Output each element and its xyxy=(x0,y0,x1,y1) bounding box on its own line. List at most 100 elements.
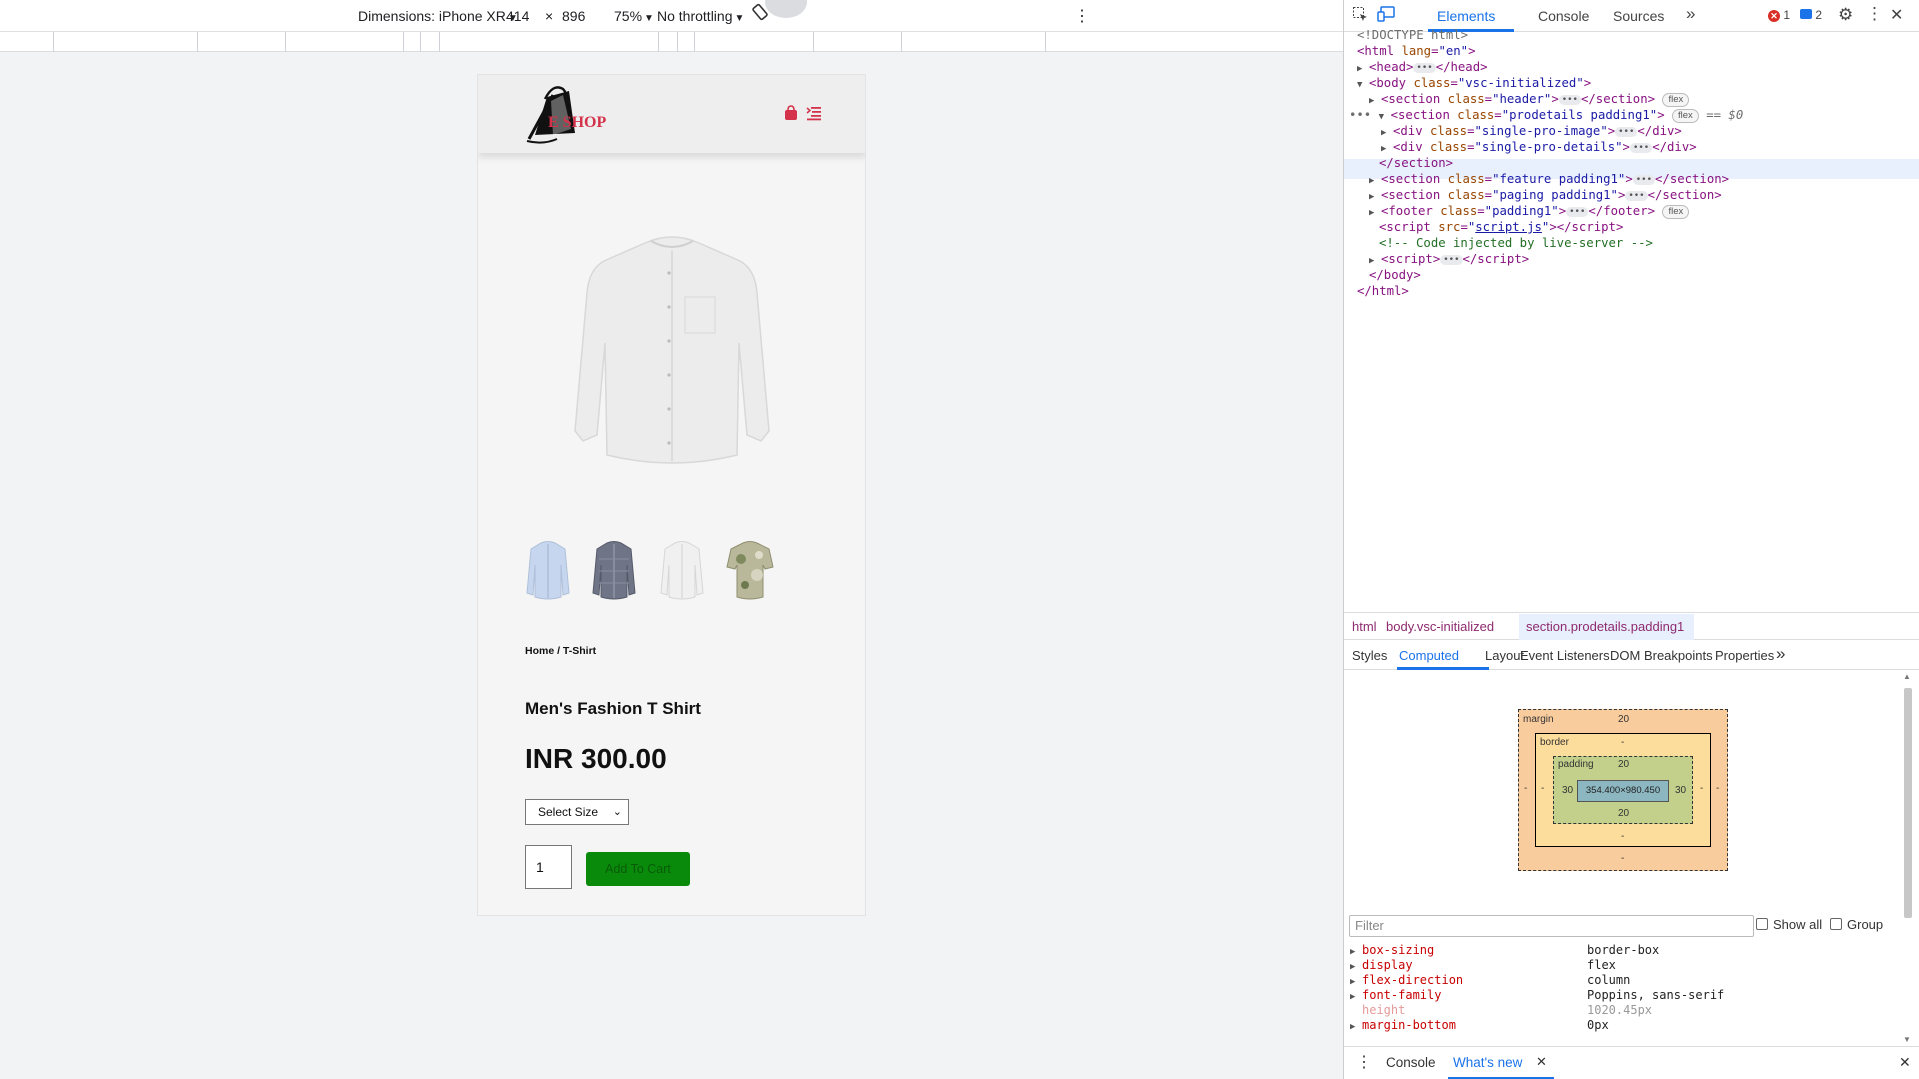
subtab-styles[interactable]: Styles xyxy=(1352,648,1387,663)
padding-label: padding xyxy=(1558,759,1594,770)
product-title: Men's Fashion T Shirt xyxy=(525,699,701,718)
padding-top-value[interactable]: 20 xyxy=(1618,759,1629,770)
padding-left-value[interactable]: 30 xyxy=(1562,785,1573,796)
dimension-separator: × xyxy=(545,8,554,24)
border-right-value[interactable]: - xyxy=(1700,783,1703,794)
device-emulation-area: Dimensions: iPhone XR ▼ 414 × 896 75% ▼ No… xyxy=(0,0,1343,1079)
breadcrumb-html[interactable]: html xyxy=(1352,619,1377,634)
ruler-mark xyxy=(53,32,54,52)
checkbox-icon xyxy=(1830,918,1842,930)
margin-bottom-value[interactable]: - xyxy=(1621,853,1624,864)
height-input[interactable]: 896 xyxy=(562,8,585,24)
computed-filter-input[interactable]: Filter xyxy=(1349,915,1754,937)
more-options-icon[interactable]: ⋮ xyxy=(1074,6,1090,26)
margin-top-value[interactable]: 20 xyxy=(1618,714,1629,725)
border-top-value[interactable]: - xyxy=(1621,737,1624,748)
devtools-panel: Elements Console Sources » ✕ 1 2 ⚙ ⋮ ✕ <… xyxy=(1343,0,1919,1079)
tab-console[interactable]: Console xyxy=(1538,8,1589,24)
subtab-event-listeners[interactable]: Event Listeners xyxy=(1520,648,1610,663)
drawer-tab-console[interactable]: Console xyxy=(1386,1055,1436,1070)
thumbnail-floral-shirt[interactable] xyxy=(723,535,777,603)
subtab-computed[interactable]: Computed xyxy=(1399,648,1459,663)
computed-properties-list: ▶ box-sizing border-box ▶ display flex ▶ flex… xyxy=(1344,941,1904,1041)
more-options-icon[interactable]: ⋮ xyxy=(1866,4,1883,24)
checkbox-icon xyxy=(1756,918,1768,930)
throttling-dropdown[interactable]: No throttling ▼ xyxy=(657,8,744,24)
dimensions-dropdown[interactable]: Dimensions: iPhone XR ▼ xyxy=(358,8,518,24)
ruler-mark xyxy=(901,32,902,52)
thumbnail-grey-plaid-shirt[interactable] xyxy=(587,535,641,603)
chevron-down-icon: ⌄ xyxy=(612,806,622,818)
box-model-content[interactable]: 354.400×980.450 xyxy=(1577,780,1669,802)
devtools-drawer: ⋮ Console What's new ✕ ✕ xyxy=(1344,1046,1919,1079)
more-subtabs-icon[interactable]: » xyxy=(1776,644,1785,664)
show-all-checkbox[interactable]: Show all xyxy=(1756,917,1822,932)
breadcrumb-body[interactable]: body.vsc-initialized xyxy=(1386,619,1494,634)
eshop-logo[interactable] xyxy=(523,81,613,145)
thumbnail-white-shirt[interactable] xyxy=(655,535,709,603)
product-main-image[interactable] xyxy=(525,203,820,503)
thumbnail-light-blue-shirt[interactable] xyxy=(521,535,575,603)
dom-line[interactable]: </html> xyxy=(1357,282,1409,301)
tab-elements[interactable]: Elements xyxy=(1437,8,1495,24)
error-counter[interactable]: ✕ 1 xyxy=(1768,8,1790,22)
subtab-layout[interactable]: Layout xyxy=(1485,648,1524,663)
ruler-mark xyxy=(1045,32,1046,52)
ruler-mark xyxy=(694,32,695,52)
margin-right-value[interactable]: - xyxy=(1716,783,1719,794)
scroll-down-icon[interactable]: ▼ xyxy=(1903,1035,1911,1044)
active-subtab-indicator xyxy=(1397,667,1489,670)
border-left-value[interactable]: - xyxy=(1541,783,1544,794)
computed-property-row[interactable]: ▶ margin-bottom 0px xyxy=(1350,1016,1900,1034)
scroll-up-icon[interactable]: ▲ xyxy=(1903,672,1911,681)
shopping-bag-icon[interactable] xyxy=(784,105,798,121)
drawer-tab-whats-new[interactable]: What's new xyxy=(1453,1055,1522,1070)
more-tabs-icon[interactable]: » xyxy=(1686,4,1695,24)
group-checkbox[interactable]: Group xyxy=(1830,917,1883,932)
dom-tree: <!DOCTYPE html> <html lang="en"> ▶ <head>… xyxy=(1344,28,1919,612)
close-tab-icon[interactable]: ✕ xyxy=(1536,1054,1547,1070)
padding-right-value[interactable]: 30 xyxy=(1675,785,1686,796)
breadcrumb[interactable]: Home / T-Shirt xyxy=(525,645,596,657)
size-select-value: Select Size xyxy=(538,805,599,819)
error-icon: ✕ xyxy=(1768,10,1780,22)
media-query-ruler xyxy=(0,32,1343,52)
breadcrumb-section[interactable]: section.prodetails.padding1 xyxy=(1526,619,1684,634)
quantity-input[interactable]: 1 xyxy=(525,845,572,889)
caret-down-icon: ▼ xyxy=(734,13,745,24)
size-select[interactable]: Select Size ⌄ xyxy=(525,799,629,825)
ruler-mark xyxy=(439,32,440,52)
settings-gear-icon[interactable]: ⚙ xyxy=(1838,5,1853,25)
add-to-cart-button[interactable]: Add To Cart xyxy=(586,852,690,886)
ruler-mark xyxy=(420,32,421,52)
drawer-menu-icon[interactable]: ⋮ xyxy=(1356,1052,1372,1072)
ruler-mark xyxy=(403,32,404,52)
ruler-mark xyxy=(658,32,659,52)
ruler-mark xyxy=(197,32,198,52)
device-toggle-icon[interactable] xyxy=(1377,6,1395,25)
emulated-page: E SHOP Home / T-Shirt Men's Fashion T Sh… xyxy=(477,74,866,916)
zoom-dropdown[interactable]: 75% ▼ xyxy=(614,8,654,24)
device-toolbar: Dimensions: iPhone XR ▼ 414 × 896 75% ▼ No… xyxy=(0,0,1343,32)
border-bottom-value[interactable]: - xyxy=(1621,831,1624,842)
ruler-mark xyxy=(677,32,678,52)
subtab-properties[interactable]: Properties xyxy=(1715,648,1774,663)
width-input[interactable]: 414 xyxy=(506,8,529,24)
border-label: border xyxy=(1540,737,1569,748)
margin-left-value[interactable]: - xyxy=(1524,783,1527,794)
ripple-highlight xyxy=(765,0,807,18)
scroll-thumb[interactable] xyxy=(1904,688,1912,918)
message-counter[interactable]: 2 xyxy=(1800,8,1822,22)
menu-icon[interactable] xyxy=(806,105,821,121)
close-drawer-icon[interactable]: ✕ xyxy=(1899,1054,1911,1071)
message-icon xyxy=(1800,9,1812,19)
padding-bottom-value[interactable]: 20 xyxy=(1618,808,1629,819)
tab-sources[interactable]: Sources xyxy=(1613,8,1664,24)
inspect-element-icon[interactable] xyxy=(1352,6,1368,25)
caret-down-icon: ▼ xyxy=(644,13,654,24)
styles-subtabs: Styles Computed Layout Event Listeners D… xyxy=(1344,640,1919,670)
computed-scrollbar[interactable]: ▲ ▼ xyxy=(1902,672,1914,1044)
subtab-dom-breakpoints[interactable]: DOM Breakpoints xyxy=(1610,648,1713,663)
dom-breadcrumbs: html body.vsc-initialized section.prodet… xyxy=(1344,612,1919,640)
close-devtools-icon[interactable]: ✕ xyxy=(1890,5,1903,25)
